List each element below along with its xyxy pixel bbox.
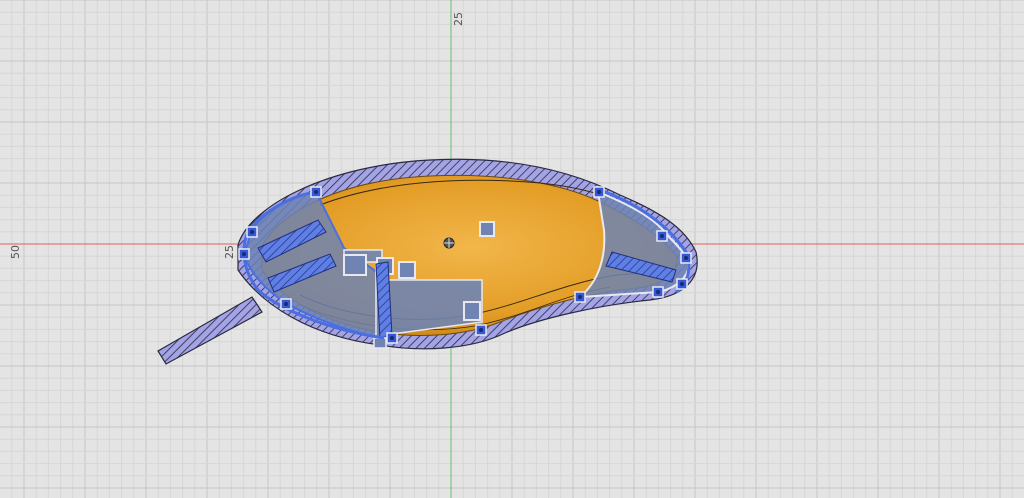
block-tab[interactable] [373, 337, 387, 349]
block-square-1[interactable] [343, 254, 367, 276]
sketch-point-center [479, 328, 483, 332]
sketch-point-center [284, 302, 288, 306]
sketch-point-center [656, 290, 660, 294]
sketch-point-center [390, 336, 394, 340]
sketch-point-center [684, 256, 688, 260]
block-square-4[interactable] [463, 301, 481, 321]
cad-viewport[interactable]: 25 50 25 [0, 0, 1024, 498]
axis-label-top: 25 [452, 12, 465, 26]
sketch-point-center [250, 230, 254, 234]
axis-label-left: 50 [9, 245, 22, 259]
axis-label-inner: 25 [223, 245, 236, 259]
sketch-point-center [660, 234, 664, 238]
sketch-point-center [578, 295, 582, 299]
sketch-point-center [314, 190, 318, 194]
sketch-point-center [597, 190, 601, 194]
sketch-canvas[interactable]: 25 50 25 [0, 0, 1024, 498]
block-square-3[interactable] [398, 261, 416, 279]
center-point-marker[interactable] [479, 221, 495, 237]
origin-icon [443, 237, 455, 249]
sketch-point-center [242, 252, 246, 256]
sketch-point-center [680, 282, 684, 286]
